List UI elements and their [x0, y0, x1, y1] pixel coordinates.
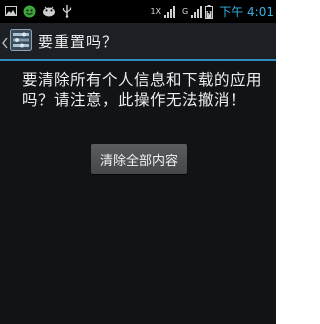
- device-screen: 1X G 下午 4:01 要重置吗？ 要清除所有个人信息和下载的应用吗？请注意，…: [0, 0, 276, 324]
- network-type-1x: 1X: [150, 6, 162, 16]
- erase-everything-button[interactable]: 清除全部内容: [91, 144, 187, 174]
- signal-1x-icon: [164, 5, 176, 18]
- gallery-notification-icon: [5, 5, 17, 17]
- notification-icons: [5, 4, 72, 18]
- settings-app-icon: [10, 29, 32, 51]
- chevron-left-icon: [2, 34, 8, 53]
- battery-charging-icon: [205, 4, 214, 19]
- signal-g-icon: [191, 5, 203, 18]
- status-bar: 1X G 下午 4:01: [0, 0, 276, 23]
- system-status-icons: 1X G 下午 4:01: [150, 3, 274, 20]
- network-type-g: G: [182, 6, 189, 16]
- page-title: 要重置吗？: [38, 33, 119, 51]
- status-clock: 下午 4:01: [219, 5, 274, 19]
- usb-icon: [62, 4, 72, 18]
- usb-debug-icon: [42, 5, 56, 17]
- android-notification-icon: [23, 5, 36, 18]
- up-navigation-button[interactable]: [0, 23, 34, 59]
- reset-warning-message: 要清除所有个人信息和下载的应用吗？请注意，此操作无法撤消！: [22, 71, 263, 109]
- action-bar: 要重置吗？: [0, 23, 276, 61]
